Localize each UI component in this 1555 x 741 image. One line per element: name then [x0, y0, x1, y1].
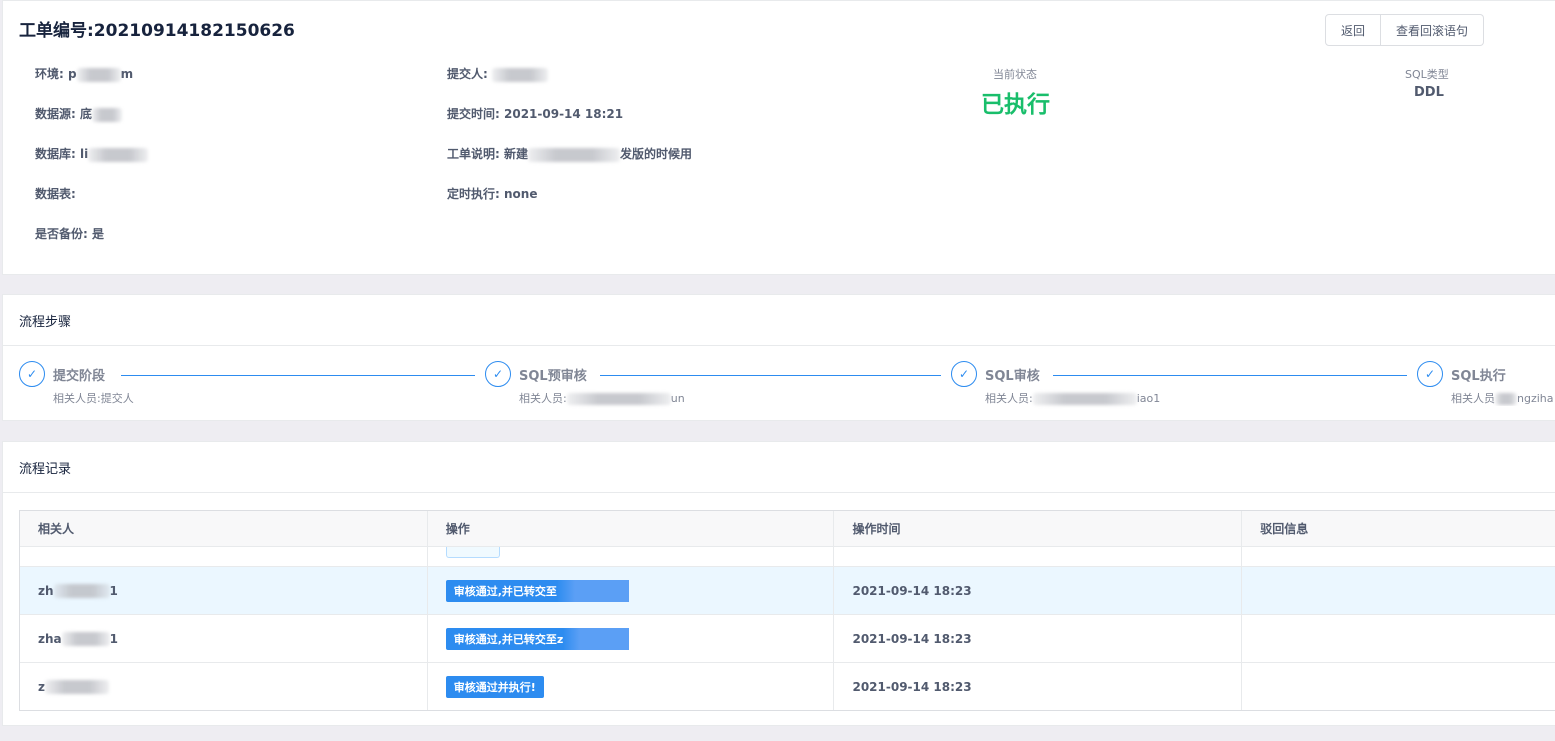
- action-tag: 审核通过并执行!: [445, 675, 544, 698]
- cell-time: 2021-09-14 18:23: [834, 567, 1243, 614]
- steps-card-title: 流程步骤: [3, 295, 1555, 346]
- page-title: 工单编号:20210914182150626: [19, 21, 295, 41]
- redacted-mask: [53, 583, 110, 598]
- description-value: 新建: [504, 147, 529, 161]
- step-title: SQL预审核: [519, 365, 595, 384]
- records-card-title: 流程记录: [3, 442, 1555, 493]
- datasource-label: 数据源:: [35, 107, 76, 121]
- table-row[interactable]: [20, 547, 1555, 567]
- view-rollback-button[interactable]: 查看回滚语句: [1381, 14, 1484, 46]
- cell-action: 审核通过并执行!: [428, 663, 835, 710]
- step-desc: 相关人员: un: [519, 392, 685, 405]
- schedule-value: none: [504, 187, 538, 201]
- status-value: 已执行: [981, 92, 1050, 118]
- database-field: 数据库: li: [35, 145, 149, 162]
- submit-time-value: 2021-09-14 18:21: [504, 107, 624, 121]
- table-header: 相关人 操作 操作时间 驳回信息: [20, 511, 1555, 547]
- submitter-label: 提交人:: [447, 67, 488, 81]
- description-label: 工单说明:: [447, 147, 500, 161]
- back-button[interactable]: 返回: [1325, 14, 1381, 46]
- redacted-mask: [1032, 393, 1137, 405]
- cell-time: 2021-09-14 18:23: [834, 663, 1243, 710]
- cell-action: 审核通过,并已转交至: [428, 567, 835, 614]
- step-desc: 相关人员: iao1: [985, 392, 1161, 405]
- cell-reject: [1242, 663, 1555, 710]
- process-records-card: 流程记录 相关人 操作 操作时间 驳回信息 zh 1 审核通过,并已转交至 202…: [2, 441, 1555, 726]
- submit-time-label: 提交时间:: [447, 107, 500, 121]
- redacted-mask: [556, 579, 629, 602]
- records-table[interactable]: 相关人 操作 操作时间 驳回信息 zh 1 审核通过,并已转交至 2021-09-…: [19, 510, 1555, 711]
- action-tag: 审核通过,并已转交至z: [445, 627, 630, 650]
- database-label: 数据库:: [35, 147, 76, 161]
- table-field: 数据表:: [35, 185, 76, 202]
- redacted-mask: [492, 67, 548, 82]
- step-title: SQL执行: [1451, 365, 1514, 384]
- step-desc: 相关人员:提交人: [53, 392, 134, 405]
- cell-time: 2021-09-14 18:23: [834, 615, 1243, 662]
- order-info-card: 工单编号:20210914182150626 返回 查看回滚语句 环境: pm …: [2, 0, 1555, 275]
- datasource-field: 数据源: 底: [35, 105, 123, 122]
- step-title: SQL审核: [985, 365, 1048, 384]
- datasource-value: 底: [80, 107, 93, 121]
- redacted-mask: [76, 67, 121, 82]
- action-button-group: 返回 查看回滚语句: [1325, 14, 1484, 46]
- column-header-action: 操作: [428, 511, 835, 546]
- env-value-suffix: m: [120, 67, 134, 81]
- schedule-label: 定时执行:: [447, 187, 500, 201]
- redacted-mask: [1495, 393, 1517, 405]
- table-body[interactable]: zh 1 审核通过,并已转交至 2021-09-14 18:23 zha 1 审核通…: [20, 547, 1555, 710]
- step-connector: [1053, 375, 1407, 376]
- redacted-mask: [44, 679, 109, 694]
- cell-user: zh 1: [20, 567, 428, 614]
- action-tag: [445, 547, 500, 558]
- table-label: 数据表:: [35, 187, 76, 201]
- redacted-mask: [563, 627, 630, 650]
- step-title: 提交阶段: [53, 365, 114, 384]
- submit-time-field: 提交时间: 2021-09-14 18:21: [447, 105, 623, 122]
- process-steps-card: 流程步骤 ✓ 提交阶段 相关人员:提交人 ✓ SQL预审核 相关人员: un ✓ …: [2, 294, 1555, 421]
- redacted-mask: [528, 147, 621, 162]
- database-value: li: [80, 147, 89, 161]
- sql-type-label: SQL类型: [1405, 68, 1449, 81]
- status-label: 当前状态: [993, 68, 1037, 81]
- column-header-reject: 驳回信息: [1260, 522, 1309, 536]
- redacted-mask: [566, 393, 671, 405]
- env-value: p: [68, 67, 77, 81]
- description-value-suffix: 发版的时候用: [620, 147, 693, 161]
- check-icon: ✓: [951, 361, 977, 387]
- cell-reject: [1242, 615, 1555, 662]
- table-row[interactable]: zh 1 审核通过,并已转交至 2021-09-14 18:23: [20, 567, 1555, 615]
- step-desc: 相关人员 ngziha: [1451, 392, 1554, 405]
- cell-user: zha 1: [20, 615, 428, 662]
- backup-label: 是否备份:: [35, 227, 88, 241]
- column-header-user: 相关人: [20, 511, 428, 546]
- action-tag: 审核通过,并已转交至: [445, 579, 629, 602]
- submitter-field: 提交人:: [447, 65, 548, 82]
- redacted-mask: [61, 631, 110, 646]
- check-icon: ✓: [485, 361, 511, 387]
- table-row[interactable]: zha 1 审核通过,并已转交至z 2021-09-14 18:23: [20, 615, 1555, 663]
- backup-field: 是否备份: 是: [35, 225, 104, 242]
- column-header-time: 操作时间: [834, 511, 1243, 546]
- check-icon: ✓: [1417, 361, 1443, 387]
- description-field: 工单说明: 新建 发版的时候用: [447, 145, 692, 162]
- sql-type-value: DDL: [1414, 85, 1444, 100]
- table-row[interactable]: z 审核通过并执行! 2021-09-14 18:23: [20, 663, 1555, 710]
- cell-user: z: [20, 663, 428, 710]
- check-icon: ✓: [19, 361, 45, 387]
- backup-value: 是: [92, 227, 105, 241]
- step-connector: [121, 375, 475, 376]
- redacted-mask: [92, 107, 123, 122]
- redacted-mask: [88, 147, 149, 162]
- cell-reject: [1242, 567, 1555, 614]
- env-field: 环境: p m: [35, 65, 133, 82]
- env-label: 环境:: [35, 67, 64, 81]
- schedule-field: 定时执行: none: [447, 185, 537, 202]
- step-connector: [600, 375, 941, 376]
- cell-action: 审核通过,并已转交至z: [428, 615, 835, 662]
